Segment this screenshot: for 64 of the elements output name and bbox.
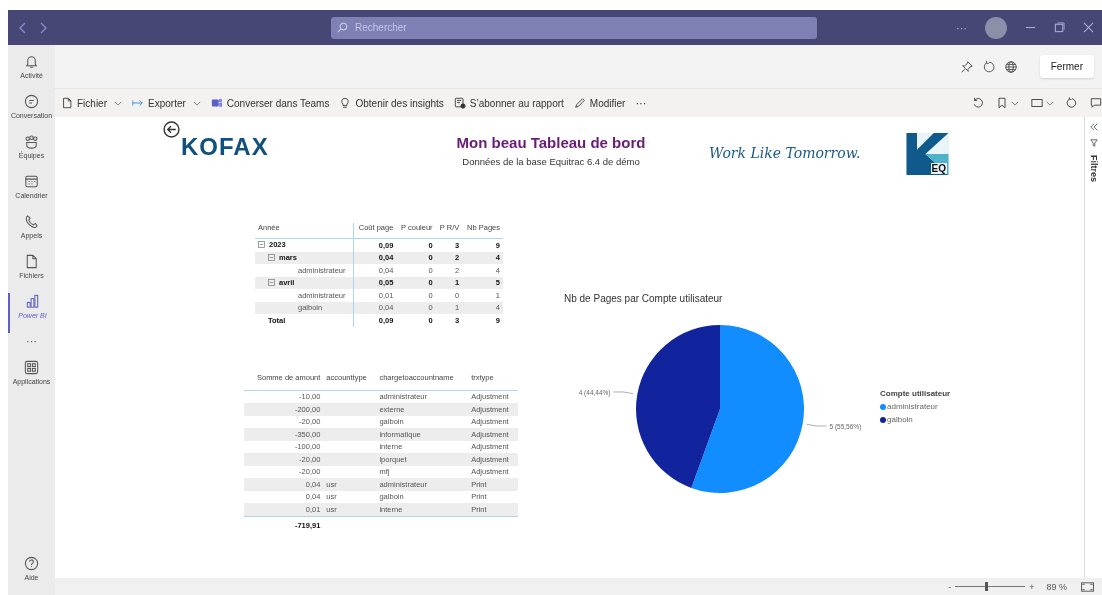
filter-pane-label[interactable]: Filtres: [1088, 155, 1099, 182]
report-title: Mon beau Tableau de bord: [456, 134, 646, 151]
report-subtitle: Données de la base Equitrac 6.4 de démo: [462, 156, 640, 167]
comment-icon[interactable]: [1090, 97, 1102, 109]
collapse-icon[interactable]: [258, 241, 265, 249]
export-icon: [132, 97, 144, 109]
avatar[interactable]: [985, 16, 1007, 39]
slogan-text: Work Like Tomorrow.: [709, 145, 862, 161]
calendar-icon: [23, 173, 40, 190]
close-button[interactable]: Fermer: [1039, 55, 1094, 78]
chat-icon: [23, 93, 40, 110]
pin-icon[interactable]: [959, 59, 974, 74]
subscribe-icon: [453, 97, 466, 109]
zoom-in-button[interactable]: +: [1029, 581, 1035, 592]
globe-icon[interactable]: [1003, 59, 1018, 74]
logo-text: KOFAX: [181, 133, 270, 161]
refresh-icon[interactable]: [1066, 97, 1078, 109]
close-icon[interactable]: [1083, 22, 1094, 33]
toolbar-button[interactable]: Obtenir des insights: [339, 97, 444, 109]
zoom-reading: 89 %: [1046, 581, 1067, 592]
more-button[interactable]: ···: [956, 21, 967, 34]
more-button[interactable]: ···: [635, 97, 647, 109]
toolbar-button[interactable]: Converser dans Teams: [210, 97, 330, 109]
bar-chart-icon: [24, 293, 41, 310]
legend-label[interactable]: administrateur: [887, 402, 938, 411]
search-input[interactable]: Rechercher: [353, 21, 797, 34]
leader-line: [806, 423, 827, 427]
teams-icon: [210, 97, 223, 109]
zoom-out-button[interactable]: -: [948, 581, 952, 592]
slider-thumb[interactable]: [985, 582, 988, 591]
reset-icon[interactable]: [972, 97, 984, 109]
toolbar-button[interactable]: Exporter: [132, 97, 201, 109]
file-icon: [61, 97, 73, 109]
logo-badge: EQ: [906, 133, 949, 175]
leader-line: [613, 391, 634, 395]
bell-icon: [23, 53, 40, 70]
back-icon[interactable]: [18, 20, 28, 35]
filter-icon: [1089, 139, 1098, 147]
lightbulb-icon: [339, 97, 352, 109]
pie-slice[interactable]: [636, 325, 720, 488]
toolbar-button[interactable]: Fichier: [61, 97, 122, 109]
refresh-icon[interactable]: [981, 59, 996, 74]
pie-slice[interactable]: [691, 325, 804, 493]
forward-icon[interactable]: [38, 20, 48, 35]
legend-title: Compte utilisateur: [880, 389, 951, 398]
fit-page-icon[interactable]: [1081, 581, 1094, 592]
help-icon: [23, 555, 40, 572]
caret-icon[interactable]: [1011, 100, 1019, 106]
collapse-icon[interactable]: [1089, 123, 1098, 131]
pencil-icon: [573, 97, 586, 109]
more-button[interactable]: ···: [26, 335, 37, 347]
people-icon: [23, 133, 40, 150]
toolbar-button[interactable]: S’abonner au rapport: [453, 97, 564, 109]
maximize-icon[interactable]: [1054, 22, 1065, 33]
view-icon[interactable]: [1031, 97, 1043, 109]
search-icon: [337, 22, 348, 33]
phone-icon: [23, 213, 40, 230]
legend-label[interactable]: galboin: [887, 415, 913, 424]
apps-icon: [23, 359, 40, 376]
chart-title: Nb de Pages par Compte utilisateur: [564, 293, 724, 304]
search-field[interactable]: Rechercher: [331, 16, 817, 39]
toolbar-button[interactable]: Modifier: [573, 97, 626, 109]
caret-icon[interactable]: [1046, 100, 1054, 106]
bookmark-icon[interactable]: [996, 97, 1008, 109]
